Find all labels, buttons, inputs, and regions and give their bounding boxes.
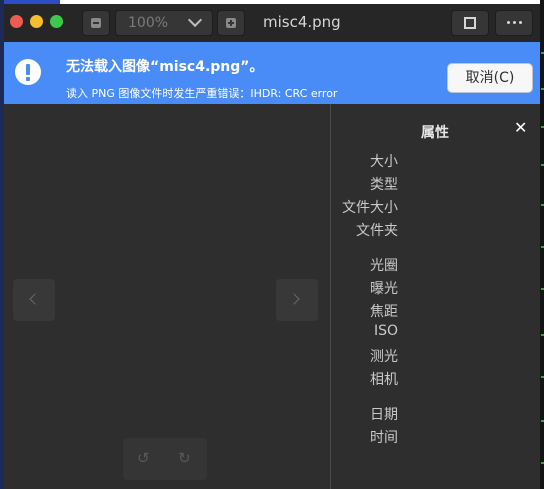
zoom-out-button[interactable] [82, 10, 110, 36]
property-label-exposure: 曝光 [370, 281, 398, 297]
property-label-date: 日期 [370, 407, 398, 423]
property-label-time: 时间 [370, 430, 398, 446]
rotate-controls: ↺ ↻ [123, 438, 207, 480]
chevron-down-icon [187, 12, 203, 28]
window-maximize-button[interactable] [50, 15, 63, 28]
window-minimize-button[interactable] [30, 15, 43, 28]
next-image-button[interactable] [276, 279, 318, 321]
property-label-aperture: 光圈 [370, 258, 398, 274]
error-detail: 读入 PNG 图像文件时发生严重错误：IHDR: CRC error [66, 87, 338, 100]
property-label-type: 类型 [370, 177, 398, 193]
cancel-button[interactable]: 取消(C) [447, 63, 533, 93]
previous-image-button[interactable] [13, 279, 55, 321]
more-menu-button[interactable] [495, 10, 533, 36]
property-label-folder: 文件夹 [356, 223, 398, 239]
window-title: misc4.png [263, 13, 341, 31]
property-label-metering: 测光 [370, 349, 398, 365]
close-icon[interactable]: ✕ [514, 120, 527, 136]
zoom-in-button[interactable] [217, 10, 245, 36]
rotate-left-icon[interactable]: ↺ [137, 451, 150, 466]
properties-title: 属性 [421, 125, 449, 141]
header-bar: 100% misc4.png [4, 4, 540, 43]
fullscreen-icon [464, 17, 476, 29]
window-close-button[interactable] [10, 15, 23, 28]
property-label-camera: 相机 [370, 372, 398, 388]
property-label-size: 大小 [370, 154, 398, 170]
zoom-level-dropdown[interactable]: 100% [115, 10, 213, 36]
chevron-left-icon [29, 293, 41, 305]
zoom-out-icon [91, 18, 101, 28]
image-viewer-window: 100% misc4.png 无法载入图像“misc4.png”。 读入 PNG… [4, 4, 540, 489]
zoom-in-icon [226, 18, 236, 28]
property-label-iso: ISO [373, 323, 398, 339]
image-view-area: ↺ ↻ [4, 104, 330, 489]
info-icon [15, 59, 41, 85]
zoom-level-value: 100% [128, 15, 169, 31]
desktop-right-strip [540, 0, 544, 489]
rotate-right-icon[interactable]: ↻ [178, 451, 191, 466]
properties-panel: 属性 ✕ 大小 类型 文件大小 文件夹 光圈 曝光 焦距 ISO 测光 相机 日… [331, 104, 540, 489]
property-label-file-size: 文件大小 [342, 200, 398, 216]
fullscreen-button[interactable] [451, 10, 489, 36]
error-heading: 无法载入图像“misc4.png”。 [66, 59, 264, 75]
property-label-focal-length: 焦距 [370, 304, 398, 320]
chevron-right-icon [288, 293, 300, 305]
error-infobar: 无法载入图像“misc4.png”。 读入 PNG 图像文件时发生严重错误：IH… [4, 42, 540, 104]
